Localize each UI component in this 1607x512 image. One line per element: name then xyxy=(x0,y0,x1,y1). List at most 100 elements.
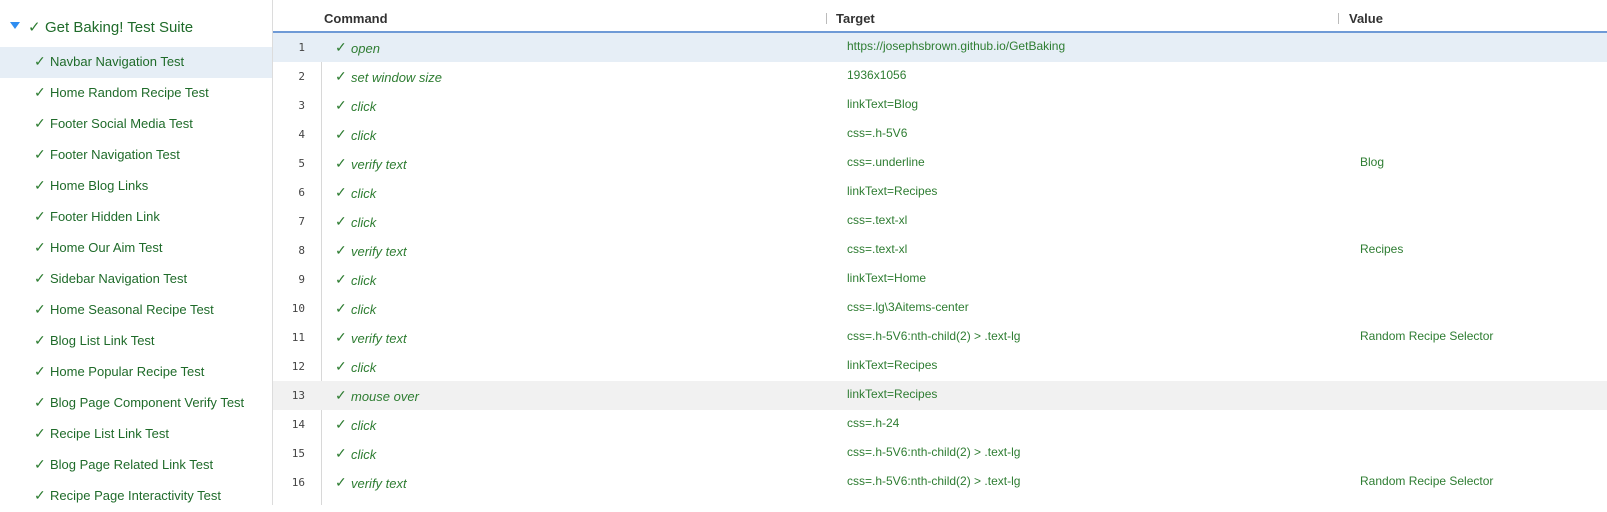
check-icon: ✓ xyxy=(335,213,347,229)
test-item[interactable]: ✓ Home Our Aim Test xyxy=(0,233,272,264)
test-item[interactable]: ✓ Blog Page Related Link Test xyxy=(0,450,272,481)
target-cell: css=.text-xl xyxy=(847,242,908,256)
test-item[interactable]: ✓ Home Seasonal Recipe Test xyxy=(0,295,272,326)
command-column-header[interactable]: Command xyxy=(324,11,388,26)
suite-header[interactable]: ✓ Get Baking! Test Suite xyxy=(0,14,272,40)
test-item[interactable]: ✓ Recipe List Link Test xyxy=(0,419,272,450)
check-icon: ✓ xyxy=(335,387,347,403)
target-cell: css=.underline xyxy=(847,155,925,169)
test-item[interactable]: ✓ Home Popular Recipe Test xyxy=(0,357,272,388)
command-row[interactable]: 1 ✓ open https://josephsbrown.github.io/Get… xyxy=(273,33,1607,62)
test-item[interactable]: ✓ Footer Hidden Link xyxy=(0,202,272,233)
check-icon: ✓ xyxy=(335,39,347,55)
command-row[interactable]: 5 ✓ verify text css=.underline Blog xyxy=(273,149,1607,178)
command-cell: set window size xyxy=(351,70,443,85)
command-cell: click xyxy=(351,302,377,317)
test-item-label: Home Blog Links xyxy=(50,178,149,193)
command-row[interactable]: 9 ✓ click linkText=Home xyxy=(273,265,1607,294)
test-item-label: Recipe Page Interactivity Test xyxy=(50,488,222,503)
command-row[interactable]: 12 ✓ click linkText=Recipes xyxy=(273,352,1607,381)
row-number: 15 xyxy=(291,447,305,460)
row-number: 2 xyxy=(298,70,305,83)
command-row[interactable]: 15 ✓ click css=.h-5V6:nth-child(2) > .text-… xyxy=(273,439,1607,468)
row-number: 13 xyxy=(291,389,305,402)
check-icon: ✓ xyxy=(335,97,347,113)
command-cell: verify text xyxy=(351,244,407,259)
test-item-label: Blog Page Related Link Test xyxy=(50,457,214,472)
command-row[interactable]: 3 ✓ click linkText=Blog xyxy=(273,91,1607,120)
test-item[interactable]: ✓ Blog List Link Test xyxy=(0,326,272,357)
chevron-down-icon[interactable] xyxy=(10,22,20,29)
test-item[interactable]: ✓ Home Random Recipe Test xyxy=(0,78,272,109)
test-suite-sidebar: ✓ Get Baking! Test Suite ✓ Navbar Navigat… xyxy=(0,0,273,505)
command-cell: mouse over xyxy=(351,389,419,404)
check-icon: ✓ xyxy=(34,332,46,348)
target-cell: https://josephsbrown.github.io/GetBaking xyxy=(847,39,1066,53)
check-icon: ✓ xyxy=(34,177,46,193)
test-item[interactable]: ✓ Footer Social Media Test xyxy=(0,109,272,140)
command-cell: click xyxy=(351,273,377,288)
check-icon: ✓ xyxy=(335,68,347,84)
check-icon: ✓ xyxy=(34,84,46,100)
check-icon: ✓ xyxy=(335,271,347,287)
target-cell: linkText=Recipes xyxy=(847,387,938,401)
command-cell: click xyxy=(351,360,377,375)
command-row[interactable]: 16 ✓ verify text css=.h-5V6:nth-child(2) > … xyxy=(273,468,1607,497)
test-item[interactable]: ✓ Recipe Page Interactivity Test xyxy=(0,481,272,512)
target-column-header[interactable]: Target xyxy=(836,11,875,26)
row-number: 7 xyxy=(298,215,305,228)
command-table: Command Target Value 1 ✓ open https://josep… xyxy=(273,0,1607,505)
command-cell: click xyxy=(351,99,377,114)
test-item[interactable]: ✓ Home Blog Links xyxy=(0,171,272,202)
check-icon: ✓ xyxy=(335,358,347,374)
command-row[interactable]: 6 ✓ click linkText=Recipes xyxy=(273,178,1607,207)
check-icon: ✓ xyxy=(335,242,347,258)
command-row[interactable]: 11 ✓ verify text css=.h-5V6:nth-child(2) > … xyxy=(273,323,1607,352)
target-cell: 1936x1056 xyxy=(847,68,907,82)
target-cell: linkText=Recipes xyxy=(847,184,938,198)
check-icon: ✓ xyxy=(335,126,347,142)
target-cell: linkText=Blog xyxy=(847,97,919,111)
check-icon: ✓ xyxy=(335,416,347,432)
target-cell: css=.h-5V6:nth-child(2) > .text-lg xyxy=(847,329,1021,343)
test-item-label: Footer Social Media Test xyxy=(50,116,193,131)
command-row[interactable]: 2 ✓ set window size 1936x1056 xyxy=(273,62,1607,91)
test-item-label: Footer Hidden Link xyxy=(50,209,160,224)
row-number: 9 xyxy=(298,273,305,286)
command-row[interactable]: 8 ✓ verify text css=.text-xl Recipes xyxy=(273,236,1607,265)
target-cell: linkText=Home xyxy=(847,271,927,285)
check-icon: ✓ xyxy=(335,445,347,461)
check-icon: ✓ xyxy=(34,301,46,317)
value-column-header[interactable]: Value xyxy=(1349,11,1383,26)
test-item[interactable]: ✓ Sidebar Navigation Test xyxy=(0,264,272,295)
command-row[interactable]: 7 ✓ click css=.text-xl xyxy=(273,207,1607,236)
row-number: 14 xyxy=(291,418,305,431)
command-cell: click xyxy=(351,215,377,230)
row-number: 10 xyxy=(291,302,305,315)
check-icon: ✓ xyxy=(34,146,46,162)
test-item-label: Navbar Navigation Test xyxy=(50,54,185,69)
target-cell: linkText=Recipes xyxy=(847,358,938,372)
command-cell: click xyxy=(351,418,377,433)
row-number: 1 xyxy=(298,41,305,54)
row-number: 16 xyxy=(291,476,305,489)
value-cell: Blog xyxy=(1360,155,1385,169)
command-row[interactable]: 13 ✓ mouse over linkText=Recipes xyxy=(273,381,1607,410)
test-item[interactable]: ✓ Footer Navigation Test xyxy=(0,140,272,171)
test-item-label: Home Our Aim Test xyxy=(50,240,163,255)
test-item-label: Blog List Link Test xyxy=(50,333,155,348)
check-icon: ✓ xyxy=(34,53,46,69)
test-item[interactable]: ✓ Blog Page Component Verify Test xyxy=(0,388,272,419)
column-resizer[interactable] xyxy=(826,13,827,24)
row-number: 4 xyxy=(298,128,305,141)
command-cell: verify text xyxy=(351,476,407,491)
command-cell: click xyxy=(351,128,377,143)
test-item[interactable]: ✓ Navbar Navigation Test xyxy=(0,47,272,78)
table-header: Command Target Value xyxy=(273,0,1607,33)
check-icon: ✓ xyxy=(34,425,46,441)
command-row[interactable]: 4 ✓ click css=.h-5V6 xyxy=(273,120,1607,149)
test-item-label: Home Random Recipe Test xyxy=(50,85,209,100)
command-row[interactable]: 10 ✓ click css=.lg\3Aitems-center xyxy=(273,294,1607,323)
command-row[interactable]: 14 ✓ click css=.h-24 xyxy=(273,410,1607,439)
column-resizer[interactable] xyxy=(1338,13,1339,24)
